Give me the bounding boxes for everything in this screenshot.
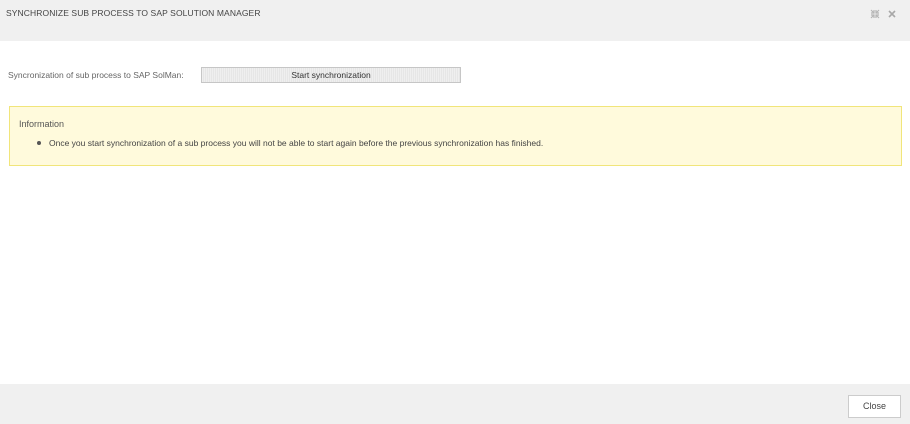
information-box: Information Once you start synchronizati… bbox=[9, 106, 902, 166]
expand-icon[interactable] bbox=[870, 9, 880, 19]
header-icons bbox=[870, 9, 897, 19]
dialog-title: SYNCHRONIZE SUB PROCESS TO SAP SOLUTION … bbox=[6, 8, 261, 18]
close-button[interactable]: Close bbox=[848, 395, 901, 418]
dialog-body: Syncronization of sub process to SAP Sol… bbox=[0, 41, 910, 384]
information-list: Once you start synchronization of a sub … bbox=[32, 138, 543, 148]
dialog-header: SYNCHRONIZE SUB PROCESS TO SAP SOLUTION … bbox=[0, 0, 910, 41]
sync-row: Syncronization of sub process to SAP Sol… bbox=[8, 67, 468, 83]
close-icon[interactable] bbox=[887, 9, 897, 19]
bullet-icon bbox=[37, 141, 41, 145]
information-item: Once you start synchronization of a sub … bbox=[32, 138, 543, 148]
start-synchronization-button[interactable]: Start synchronization bbox=[201, 67, 461, 83]
sync-label: Syncronization of sub process to SAP Sol… bbox=[8, 70, 184, 80]
information-item-text: Once you start synchronization of a sub … bbox=[49, 138, 544, 148]
dialog-footer: Close bbox=[0, 384, 910, 424]
information-title: Information bbox=[19, 119, 65, 129]
